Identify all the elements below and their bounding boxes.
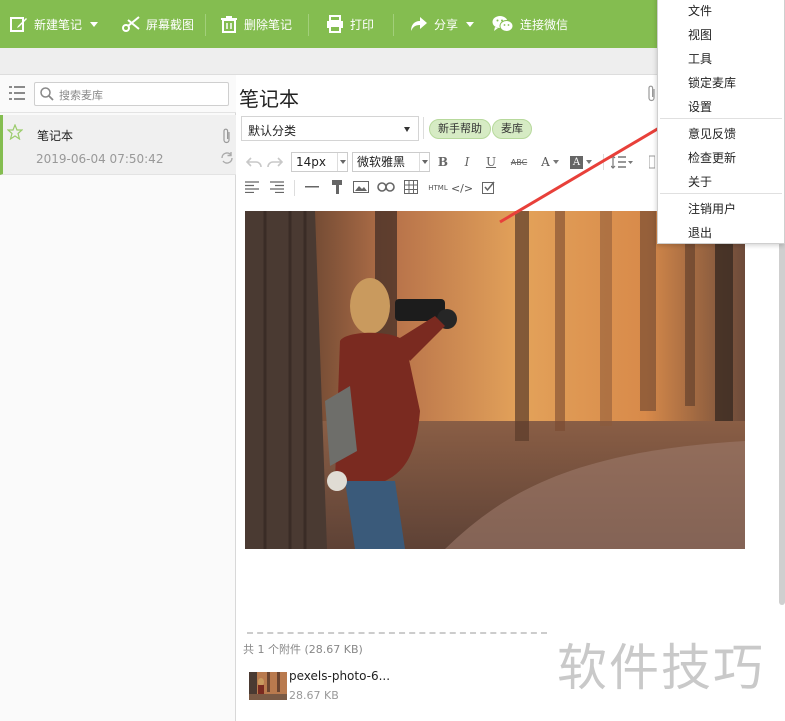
divider xyxy=(294,180,295,196)
attachment-count: 共 1 个附件 (28.67 KB) xyxy=(243,643,363,656)
toolbar-divider xyxy=(308,14,309,36)
italic-button[interactable]: I xyxy=(459,152,475,172)
menu-item-feedback[interactable]: 意见反馈 xyxy=(688,125,736,142)
tag-help[interactable]: 新手帮助 xyxy=(429,119,491,139)
image-icon[interactable] xyxy=(353,181,369,193)
toolbar-divider xyxy=(205,14,206,36)
printer-icon xyxy=(327,15,343,33)
menu-item-settings[interactable]: 设置 xyxy=(688,98,712,115)
align-left-icon[interactable] xyxy=(245,181,259,193)
menu-item-logout[interactable]: 注销用户 xyxy=(688,200,736,217)
delete-note-label: 删除笔记 xyxy=(244,17,293,32)
search-icon xyxy=(40,87,54,101)
undo-icon[interactable] xyxy=(246,156,262,168)
code-button[interactable]: </> xyxy=(451,178,473,198)
search-placeholder: 搜索麦库 xyxy=(59,89,103,102)
category-select[interactable]: 默认分类 xyxy=(241,116,419,141)
attachment-name[interactable]: pexels-photo-6... xyxy=(289,669,390,683)
star-icon[interactable] xyxy=(7,124,23,140)
app-menu: 文件 视图 工具 锁定麦库 设置 意见反馈 检查更新 关于 注销用户 退出 xyxy=(657,0,785,244)
html-button[interactable]: HTML xyxy=(427,178,449,198)
connect-wechat-button[interactable]: 连接微信 xyxy=(492,0,568,48)
editor-scrollbar[interactable] xyxy=(779,240,785,605)
print-label: 打印 xyxy=(350,17,375,32)
menu-divider xyxy=(660,193,782,194)
attachment-size: 28.67 KB xyxy=(289,689,339,702)
format-painter-icon[interactable] xyxy=(331,180,343,194)
font-family-select[interactable]: 微软雅黑 xyxy=(352,152,430,172)
notes-sidebar: 搜索麦库 笔记本 2019-06-04 07:50:42 xyxy=(0,75,236,721)
connect-wechat-label: 连接微信 xyxy=(520,17,569,32)
attachment-thumbnail-image xyxy=(249,672,287,700)
share-button[interactable]: 分享 xyxy=(410,0,475,48)
font-size-select[interactable]: 14px xyxy=(291,152,348,172)
note-image[interactable] xyxy=(245,211,745,549)
edit-icon xyxy=(10,17,27,32)
sidebar-header: 搜索麦库 xyxy=(0,75,236,113)
scissors-icon xyxy=(122,16,140,32)
menu-item-check-update[interactable]: 检查更新 xyxy=(688,149,736,166)
chevron-down-icon[interactable] xyxy=(466,21,475,27)
font-family-value: 微软雅黑 xyxy=(357,155,406,169)
note-list-item[interactable]: 笔记本 2019-06-04 07:50:42 xyxy=(0,115,236,175)
share-label: 分享 xyxy=(434,17,459,32)
photo-forest-photographer xyxy=(245,211,745,549)
list-view-icon[interactable] xyxy=(9,86,25,100)
category-label: 默认分类 xyxy=(248,124,297,138)
toolbar-divider xyxy=(393,14,394,36)
chevron-down-icon xyxy=(404,127,410,132)
menu-item-file[interactable]: 文件 xyxy=(688,2,712,19)
menu-item-about[interactable]: 关于 xyxy=(688,173,712,190)
chevron-down-icon[interactable] xyxy=(90,21,99,27)
horizontal-rule-icon[interactable] xyxy=(305,186,319,188)
print-button[interactable]: 打印 xyxy=(326,0,374,48)
attachment-thumbnail[interactable] xyxy=(249,672,287,700)
divider xyxy=(423,117,424,139)
trash-icon xyxy=(221,16,237,33)
new-note-label: 新建笔记 xyxy=(34,17,83,32)
screenshot-button[interactable]: 屏幕截图 xyxy=(122,0,194,48)
bold-button[interactable]: B xyxy=(435,152,451,172)
search-input[interactable]: 搜索麦库 xyxy=(34,82,229,106)
new-note-button[interactable]: 新建笔记 xyxy=(10,0,99,48)
note-list-title: 笔记本 xyxy=(37,129,74,143)
menu-item-view[interactable]: 视图 xyxy=(688,26,712,43)
chevron-down-icon xyxy=(337,153,347,171)
table-icon[interactable] xyxy=(404,180,418,194)
chevron-down-icon xyxy=(419,153,429,171)
delete-note-button[interactable]: 删除笔记 xyxy=(220,0,292,48)
paperclip-icon xyxy=(223,128,230,144)
font-size-value: 14px xyxy=(296,155,326,169)
redo-icon[interactable] xyxy=(267,156,283,168)
screenshot-label: 屏幕截图 xyxy=(146,17,195,32)
menu-divider xyxy=(660,118,782,119)
menu-item-tools[interactable]: 工具 xyxy=(688,50,712,67)
note-title[interactable]: 笔记本 xyxy=(239,83,299,112)
wechat-icon xyxy=(492,16,514,32)
align-right-icon[interactable] xyxy=(270,181,284,193)
sync-icon[interactable] xyxy=(220,151,234,165)
attachment-divider xyxy=(247,632,547,634)
menu-item-exit[interactable]: 退出 xyxy=(688,224,712,241)
link-icon[interactable] xyxy=(377,182,395,192)
note-list-date: 2019-06-04 07:50:42 xyxy=(36,152,164,166)
watermark: 软件技巧 xyxy=(557,639,765,697)
share-arrow-icon xyxy=(411,17,427,31)
menu-item-lock[interactable]: 锁定麦库 xyxy=(688,74,736,91)
